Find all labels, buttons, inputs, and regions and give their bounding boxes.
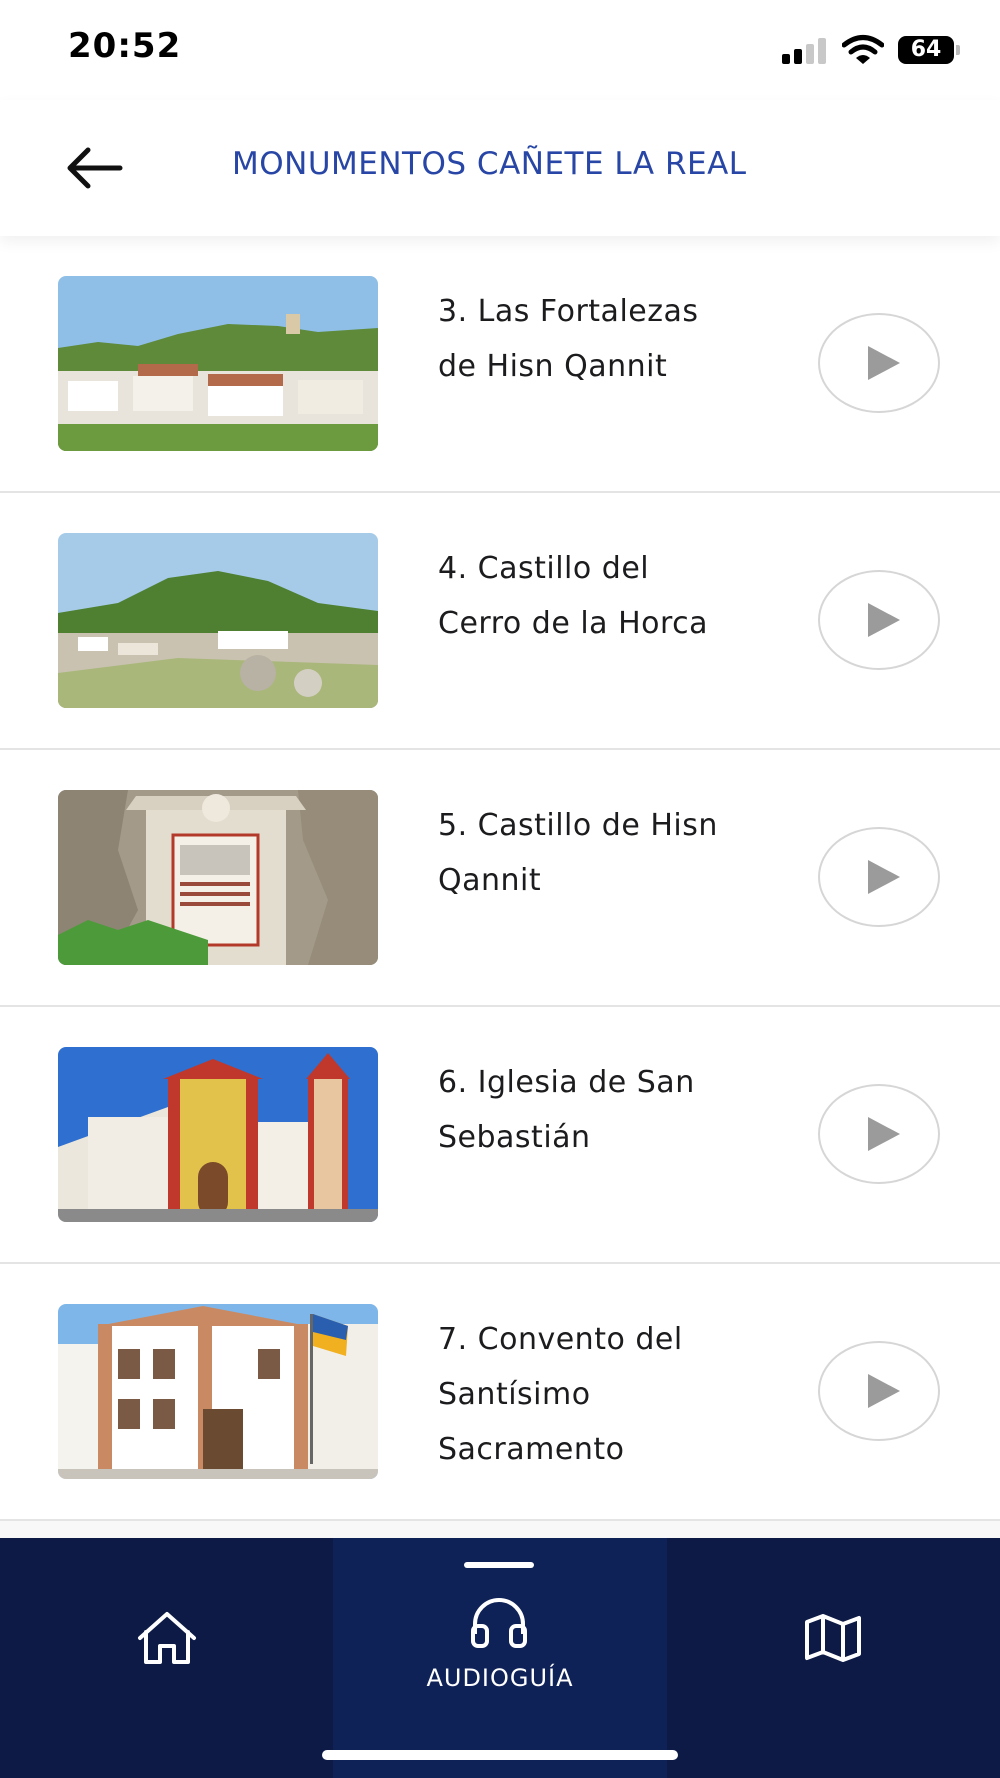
monument-title-line: 4. Castillo del bbox=[438, 551, 650, 586]
tab-map[interactable] bbox=[667, 1538, 1000, 1778]
play-icon bbox=[868, 603, 900, 637]
battery-cap bbox=[956, 45, 960, 55]
list-item[interactable]: 3. Las Fortalezas de Hisn Qannit bbox=[0, 236, 1000, 493]
monument-title-line: Santísimo bbox=[438, 1377, 591, 1412]
play-button[interactable] bbox=[818, 1341, 940, 1441]
monument-title-line: Cerro de la Horca bbox=[438, 606, 709, 641]
list-item[interactable]: 4. Castillo del Cerro de la Horca bbox=[0, 493, 1000, 750]
map-icon bbox=[805, 1614, 861, 1662]
monument-title-line: 5. Castillo de Hisn bbox=[438, 808, 718, 843]
monument-title-line: Sebastián bbox=[438, 1120, 591, 1155]
monument-thumbnail bbox=[58, 276, 378, 451]
tab-audioguia[interactable]: AUDIOGUÍA bbox=[333, 1538, 667, 1778]
monument-title: 4. Castillo del Cerro de la Horca bbox=[438, 541, 778, 651]
play-button[interactable] bbox=[818, 827, 940, 927]
monument-title: 6. Iglesia de San Sebastián bbox=[438, 1055, 778, 1165]
monument-thumbnail bbox=[58, 1304, 378, 1479]
list-item[interactable]: 5. Castillo de Hisn Qannit bbox=[0, 750, 1000, 1007]
monument-title-line: Sacramento bbox=[438, 1432, 625, 1467]
battery-indicator: 64 bbox=[898, 36, 954, 64]
page-title: MONUMENTOS CAÑETE LA REAL bbox=[232, 146, 747, 182]
headphones-icon bbox=[471, 1598, 527, 1648]
monument-thumbnail bbox=[58, 533, 378, 708]
monument-title-line: 7. Convento del bbox=[438, 1322, 683, 1357]
arrow-left-icon bbox=[67, 147, 123, 189]
monument-title-line: 6. Iglesia de San bbox=[438, 1065, 695, 1100]
list-item[interactable]: 6. Iglesia de San Sebastián bbox=[0, 1007, 1000, 1264]
list-item[interactable]: 7. Convento del Santísimo Sacramento bbox=[0, 1264, 1000, 1521]
monument-title: 7. Convento del Santísimo Sacramento bbox=[438, 1312, 778, 1477]
status-time: 20:52 bbox=[68, 26, 182, 66]
tab-label: AUDIOGUÍA bbox=[426, 1664, 574, 1692]
play-button[interactable] bbox=[818, 313, 940, 413]
tab-home[interactable] bbox=[0, 1538, 333, 1778]
play-icon bbox=[868, 1117, 900, 1151]
play-button[interactable] bbox=[818, 570, 940, 670]
play-button[interactable] bbox=[818, 1084, 940, 1184]
active-tab-indicator bbox=[464, 1562, 534, 1568]
monument-title-line: Qannit bbox=[438, 863, 542, 898]
home-icon bbox=[138, 1612, 196, 1664]
monument-title: 3. Las Fortalezas de Hisn Qannit bbox=[438, 284, 778, 394]
monument-title-line: de Hisn Qannit bbox=[438, 349, 668, 384]
monument-title-line: 3. Las Fortalezas bbox=[438, 294, 699, 329]
play-icon bbox=[868, 346, 900, 380]
wifi-icon bbox=[842, 35, 884, 64]
home-indicator bbox=[322, 1750, 678, 1760]
monument-thumbnail bbox=[58, 790, 378, 965]
back-button[interactable] bbox=[62, 146, 128, 190]
play-icon bbox=[868, 1374, 900, 1408]
bottom-tab-bar: AUDIOGUÍA bbox=[0, 1538, 1000, 1778]
play-icon bbox=[868, 860, 900, 894]
monument-title: 5. Castillo de Hisn Qannit bbox=[438, 798, 778, 908]
monument-thumbnail bbox=[58, 1047, 378, 1222]
app-header: MONUMENTOS CAÑETE LA REAL bbox=[0, 100, 1000, 236]
status-bar: 20:52 64 bbox=[0, 0, 1000, 100]
monument-list[interactable]: 3. Las Fortalezas de Hisn Qannit 4. Cast… bbox=[0, 236, 1000, 1538]
cellular-signal-icon bbox=[782, 38, 832, 64]
